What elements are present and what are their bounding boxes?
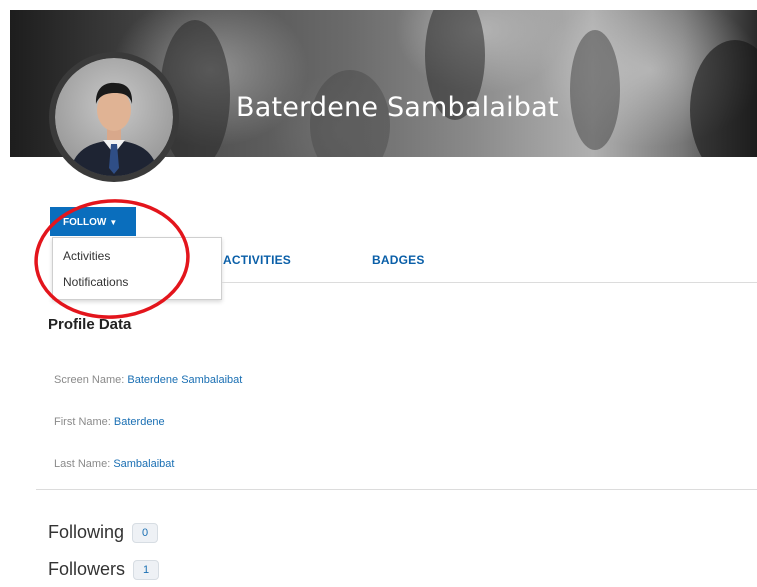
section-divider [36, 489, 757, 490]
profile-data-heading: Profile Data [48, 316, 132, 333]
followers-count-badge[interactable]: 1 [133, 560, 160, 581]
last-name-field: Last Name: Sambalaibat [54, 458, 174, 470]
tab-badges[interactable]: BADGES [372, 253, 425, 267]
follow-dropdown-menu: Activities Notifications [52, 237, 222, 300]
screen-name-field: Screen Name: Baterdene Sambalaibat [54, 374, 242, 386]
followers-row[interactable]: Followers 1 [48, 559, 160, 581]
menu-item-notifications[interactable]: Notifications [63, 275, 128, 289]
caret-down-icon: ▼ [109, 218, 118, 227]
first-name-field: First Name: Baterdene [54, 416, 165, 428]
following-row[interactable]: Following 0 [48, 522, 159, 544]
follow-button[interactable]: FOLLOW ▼ [50, 207, 136, 236]
avatar [49, 52, 179, 182]
profile-name-heading: Baterdene Sambalaibat [236, 92, 559, 123]
menu-item-activities[interactable]: Activities [63, 249, 110, 263]
following-count-badge[interactable]: 0 [132, 523, 159, 544]
first-name-value[interactable]: Baterdene [114, 416, 165, 428]
screen-name-value[interactable]: Baterdene Sambalaibat [127, 374, 242, 386]
tabs-divider [222, 282, 757, 283]
last-name-value[interactable]: Sambalaibat [113, 458, 174, 470]
last-name-label: Last Name: [54, 458, 111, 470]
followers-label: Followers [48, 559, 126, 579]
screen-name-label: Screen Name: [54, 374, 125, 386]
first-name-label: First Name: [54, 416, 111, 428]
tab-activities[interactable]: ACTIVITIES [223, 253, 291, 267]
following-label: Following [48, 522, 125, 542]
follow-button-label: FOLLOW [63, 217, 107, 229]
